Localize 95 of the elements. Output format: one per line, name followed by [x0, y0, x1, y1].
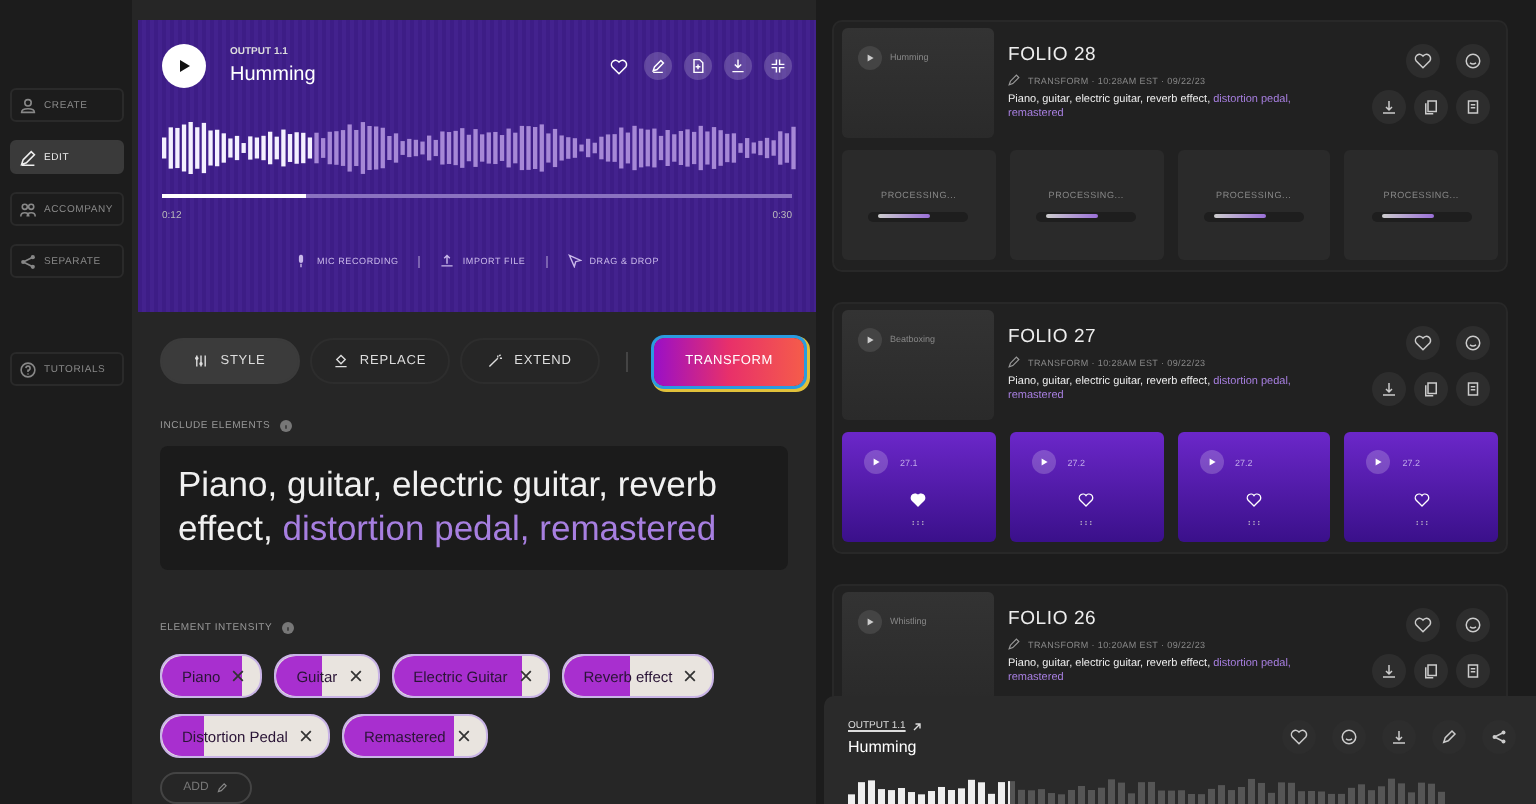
copy-icon: [1422, 98, 1440, 116]
remove-icon[interactable]: [682, 668, 699, 685]
play-icon: [864, 52, 876, 64]
pencil-icon: [650, 58, 666, 74]
edit-button[interactable]: [644, 52, 672, 80]
copy-button[interactable]: [1414, 372, 1448, 406]
heart-icon[interactable]: [1245, 492, 1262, 508]
upload-icon: [440, 254, 455, 268]
smiley-icon: [1340, 728, 1358, 746]
share-icon: [1490, 728, 1508, 746]
heart-icon: [1414, 616, 1432, 634]
play-icon: [1372, 456, 1385, 468]
play-icon: [870, 456, 882, 468]
delete-button[interactable]: [1456, 90, 1490, 124]
copy-icon: [1422, 662, 1440, 680]
play-icon: [174, 56, 194, 76]
info-icon[interactable]: [280, 419, 293, 432]
download-button[interactable]: [1372, 654, 1406, 688]
heart-icon[interactable]: [1413, 492, 1430, 508]
cursor-icon: [567, 254, 582, 268]
smiley-button[interactable]: [1456, 608, 1490, 642]
collapse-button[interactable]: [764, 52, 792, 80]
download-button[interactable]: [1372, 372, 1406, 406]
remove-icon[interactable]: [347, 668, 364, 685]
track-title: Humming: [848, 738, 919, 756]
prompt-field[interactable]: Piano, guitar, electric guitar, reverb effect, distortion pedal, remastered: [160, 445, 788, 571]
download-button[interactable]: [1372, 90, 1406, 124]
heart-icon: [1414, 52, 1432, 70]
download-icon: [1380, 98, 1398, 116]
info-icon[interactable]: [282, 622, 295, 635]
file-plus-icon: [690, 58, 706, 74]
microphone-icon: [294, 254, 309, 268]
play-icon: [864, 616, 876, 628]
play-button[interactable]: [162, 44, 206, 88]
track-title: Humming: [230, 64, 316, 86]
people-icon: [20, 201, 36, 217]
copy-button[interactable]: [1414, 90, 1448, 124]
play-button[interactable]: [858, 610, 882, 634]
person-icon: [20, 97, 36, 113]
pencil-icon: [1008, 74, 1020, 86]
remove-icon[interactable]: [230, 668, 247, 685]
pencil-icon: [20, 149, 36, 165]
pencil-icon: [1008, 638, 1020, 650]
collapse-icon: [770, 58, 786, 74]
heart-icon: [1414, 334, 1432, 352]
trash-icon: [1464, 98, 1482, 116]
pencil-icon: [1008, 356, 1020, 368]
smiley-icon: [1464, 334, 1482, 352]
delete-button[interactable]: [1456, 372, 1490, 406]
trash-icon: [1464, 380, 1482, 398]
play-button[interactable]: [858, 46, 882, 70]
folio-title: FOLIO 27: [1008, 326, 1099, 348]
help-icon: [20, 361, 36, 377]
trash-icon: [1464, 662, 1482, 680]
smiley-icon: [1464, 52, 1482, 70]
folio-title: FOLIO 26: [1008, 608, 1099, 630]
add-file-button[interactable]: [684, 52, 712, 80]
smiley-button[interactable]: [1456, 44, 1490, 78]
folio-title: FOLIO 28: [1008, 44, 1099, 66]
like-button[interactable]: [1406, 44, 1440, 78]
play-icon: [864, 334, 876, 346]
download-icon: [1380, 662, 1398, 680]
smiley-button[interactable]: [1456, 326, 1490, 360]
like-button[interactable]: [1406, 608, 1440, 642]
arrow-icon: [911, 721, 922, 731]
pencil-icon: [216, 782, 229, 795]
bucket-icon: [333, 354, 348, 369]
copy-button[interactable]: [1414, 654, 1448, 688]
remove-icon[interactable]: [297, 728, 314, 745]
download-icon: [1380, 380, 1398, 398]
heart-icon: [1290, 728, 1308, 746]
sliders-icon: [194, 354, 209, 369]
play-button[interactable]: [858, 328, 882, 352]
play-button[interactable]: [1366, 450, 1391, 474]
heart-icon[interactable]: [910, 492, 927, 508]
remove-icon[interactable]: [455, 728, 472, 745]
smiley-icon: [1464, 616, 1482, 634]
play-icon: [1205, 456, 1217, 468]
play-button[interactable]: [1031, 450, 1056, 474]
wand-icon: [488, 354, 503, 369]
download-icon: [730, 58, 746, 74]
play-button[interactable]: [864, 450, 888, 474]
play-icon: [1037, 456, 1050, 468]
highlighted-elements: distortion pedal, remastered: [282, 507, 717, 548]
play-button[interactable]: [1199, 450, 1223, 474]
like-button[interactable]: [1406, 326, 1440, 360]
heart-icon[interactable]: [610, 57, 628, 75]
remove-icon[interactable]: [517, 668, 534, 685]
copy-icon: [1422, 380, 1440, 398]
delete-button[interactable]: [1456, 654, 1490, 688]
pencil-icon: [1440, 728, 1458, 746]
download-button[interactable]: [724, 52, 752, 80]
heart-icon[interactable]: [1078, 492, 1095, 508]
download-icon: [1390, 728, 1408, 746]
share-icon: [20, 253, 36, 269]
